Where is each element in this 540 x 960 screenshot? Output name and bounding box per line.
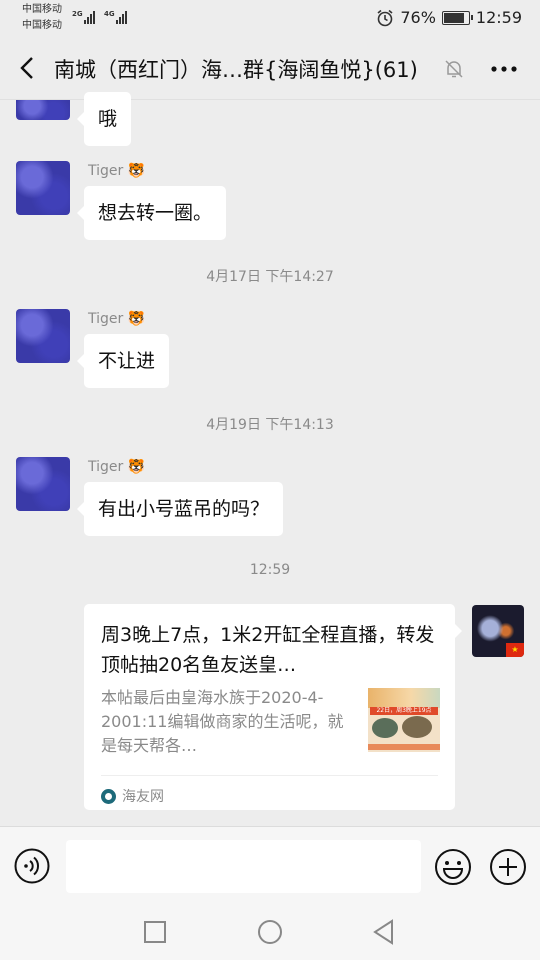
- my-avatar[interactable]: ★: [472, 605, 524, 657]
- sender-name: Tiger 🐯: [88, 311, 146, 327]
- flag-icon: ★: [506, 643, 524, 657]
- sender-name: Tiger 🐯: [88, 163, 146, 179]
- card-source: 海友网: [101, 786, 164, 806]
- ellipsis-icon[interactable]: [490, 60, 518, 78]
- card-title: 周3晚上7点，1米2开缸全程直播，转发顶帖抽20名鱼友送皇…: [101, 624, 435, 676]
- signal-1-icon: [84, 10, 98, 24]
- message-input[interactable]: [66, 840, 421, 893]
- plus-circle-icon[interactable]: [489, 848, 527, 886]
- smiley-icon[interactable]: [434, 848, 472, 886]
- signal-2-icon: [116, 10, 130, 24]
- avatar[interactable]: [16, 161, 70, 215]
- circle-icon[interactable]: [256, 918, 284, 946]
- network-2-label: 4G: [104, 10, 115, 18]
- square-icon[interactable]: [141, 918, 169, 946]
- message-bubble[interactable]: 有出小号蓝吊的吗？: [76, 482, 284, 536]
- battery-percent: 76%: [400, 8, 436, 27]
- chat-title: 南城（西红门）海…群{海阔鱼悦}(61): [54, 58, 418, 82]
- input-bar: [0, 826, 540, 904]
- timestamp: 4月17日 下午14:27: [206, 269, 334, 285]
- carrier-1-label: 中国移动: [22, 4, 62, 15]
- timestamp: 12:59: [249, 562, 291, 578]
- avatar[interactable]: [16, 100, 70, 120]
- message-bubble[interactable]: 想去转一圈。: [76, 186, 227, 240]
- voice-icon[interactable]: [14, 848, 50, 884]
- message-bubble[interactable]: 不让进: [76, 334, 170, 388]
- thumbnail-caption: 22日，周3晚上19点: [370, 707, 438, 715]
- source-logo-icon: [101, 788, 116, 804]
- avatar[interactable]: [16, 457, 70, 511]
- network-1-label: 2G: [72, 10, 83, 18]
- battery-icon: [441, 10, 473, 25]
- chat-header: 南城（西红门）海…群{海阔鱼悦}(61): [0, 38, 540, 100]
- alarm-icon: [377, 9, 393, 26]
- status-bar: 中国移动 中国移动 2G 4G 76% 12:59: [0, 0, 540, 38]
- timestamp: 4月19日 下午14:13: [206, 417, 334, 433]
- source-name: 海友网: [122, 789, 164, 805]
- card-description: 本帖最后由皇海水族于2020-4-2001:11编辑做商家的生活呢，就是每天帮各…: [101, 688, 344, 755]
- avatar[interactable]: [16, 309, 70, 363]
- carrier-2-label: 中国移动: [22, 20, 62, 31]
- card-thumbnail: 22日，周3晚上19点: [368, 688, 440, 752]
- system-nav-bar: [0, 904, 540, 960]
- card-divider: [101, 775, 438, 776]
- clock: 12:59: [475, 8, 522, 27]
- shared-link-card[interactable]: 周3晚上7点，1米2开缸全程直播，转发顶帖抽20名鱼友送皇… 本帖最后由皇海水族…: [84, 604, 462, 810]
- triangle-back-icon[interactable]: [370, 918, 398, 946]
- message-bubble[interactable]: 哦: [76, 92, 132, 146]
- sender-name: Tiger 🐯: [88, 459, 146, 475]
- chevron-left-icon[interactable]: [14, 54, 42, 82]
- bell-off-icon: [445, 60, 463, 78]
